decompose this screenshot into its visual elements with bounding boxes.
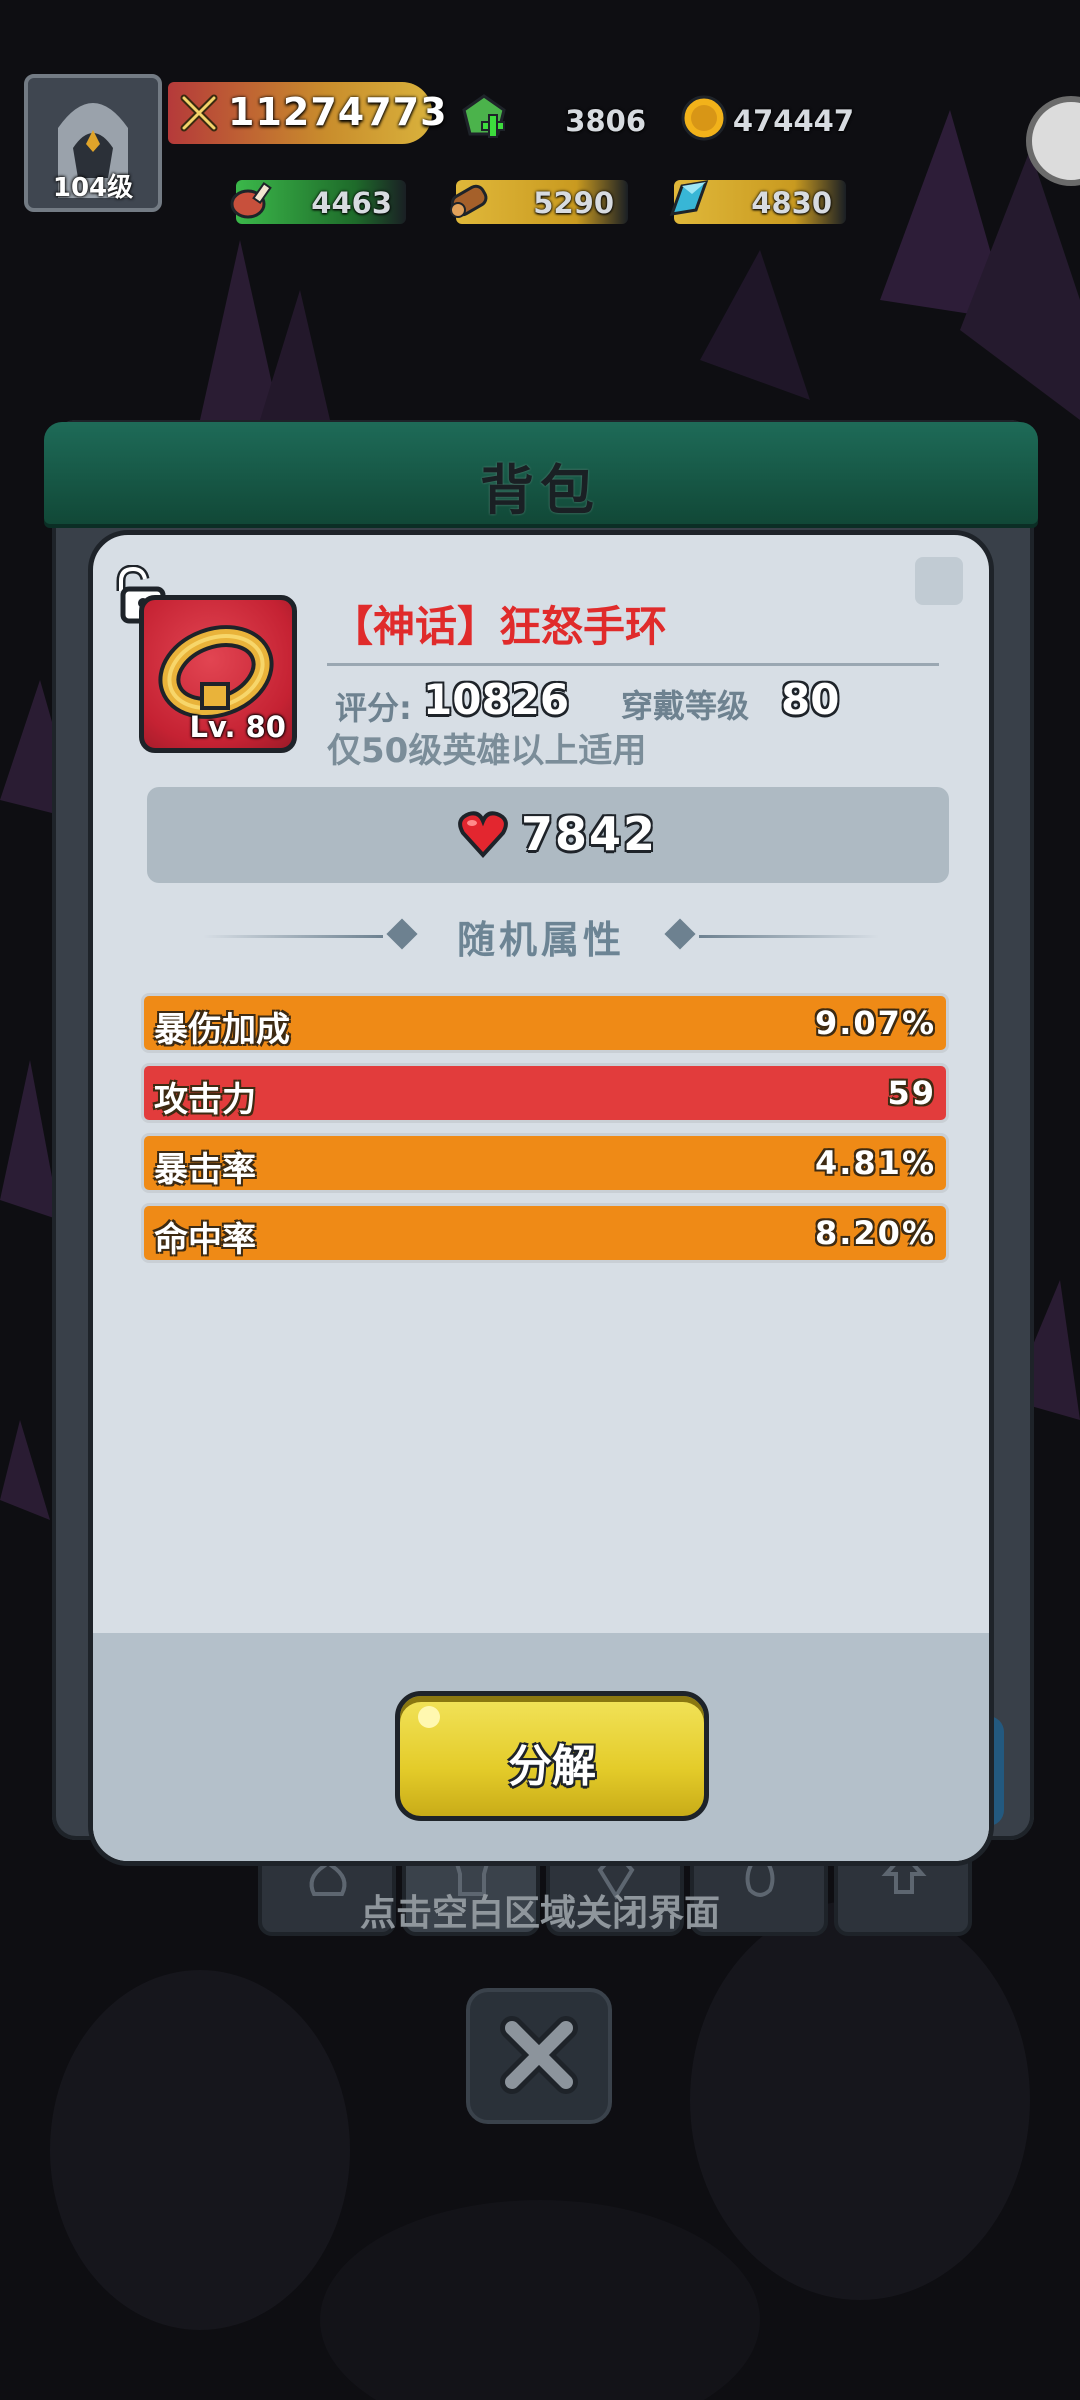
gold-counter[interactable]: 474447 — [681, 95, 868, 142]
hp-value: 7842 — [521, 807, 658, 861]
crossed-swords-icon — [180, 94, 218, 132]
crystal-value: 4830 — [751, 186, 832, 220]
combat-power-value: 11274773 — [228, 90, 448, 134]
meat-value: 4463 — [311, 186, 392, 220]
equip-level-label: 穿戴等级 — [621, 687, 750, 725]
attribute-name: 暴伤加成 — [154, 1010, 290, 1050]
crystal-counter[interactable]: 4830 — [669, 180, 846, 224]
popup-corner-button[interactable] — [915, 557, 963, 605]
item-icon: Lv. 80 — [139, 595, 297, 753]
gold-value: 474447 — [732, 104, 854, 138]
equip-level-value: 80 — [781, 675, 840, 724]
close-button[interactable] — [466, 1988, 612, 2124]
combat-power-bar: 11274773 — [168, 82, 447, 144]
meat-icon — [230, 181, 272, 219]
button-gloss — [418, 1706, 440, 1728]
gems-counter[interactable]: 3806 — [462, 94, 660, 142]
close-icon — [500, 2016, 578, 2094]
blue-crystal-icon — [669, 180, 709, 216]
section-divider-right — [699, 935, 879, 938]
attribute-row: 暴击率 4.81% — [141, 1133, 949, 1193]
decompose-button[interactable]: 分解 — [395, 1691, 709, 1821]
attribute-row: 暴伤加成 9.07% — [141, 993, 949, 1053]
attribute-value: 8.20% — [814, 1214, 936, 1252]
name-divider — [327, 663, 939, 666]
gold-coin-icon — [681, 95, 727, 141]
wood-value: 5290 — [533, 186, 614, 220]
player-level: 104级 — [52, 173, 134, 203]
attribute-value: 9.07% — [814, 1004, 936, 1042]
player-avatar[interactable]: 104级 — [24, 74, 162, 212]
attribute-value: 4.81% — [814, 1144, 936, 1182]
attribute-name: 攻击力 — [154, 1080, 256, 1120]
close-hint: 点击空白区域关闭界面 — [359, 1893, 720, 1934]
gems-value: 3806 — [565, 104, 646, 138]
attribute-name: 暴击率 — [154, 1150, 256, 1190]
level-restriction-note: 仅50级英雄以上适用 — [327, 731, 647, 771]
attribute-name: 命中率 — [154, 1220, 256, 1260]
item-detail-popup: Lv. 80 【神话】狂怒手环 评分: 10826 穿戴等级 80 仅50级英雄… — [88, 530, 994, 1866]
heart-icon — [458, 811, 508, 858]
score-value: 10826 — [423, 675, 570, 724]
wood-log-icon — [450, 184, 488, 218]
attribute-value: 59 — [887, 1074, 936, 1112]
green-gem-plus-icon — [462, 94, 506, 138]
decompose-button-label: 分解 — [508, 1741, 596, 1792]
meat-counter[interactable]: 4463 — [230, 180, 406, 224]
wood-counter[interactable]: 5290 — [450, 180, 628, 224]
hp-stat-bar: 7842 — [147, 787, 949, 883]
attribute-row: 命中率 8.20% — [141, 1203, 949, 1263]
item-name: 【神话】狂怒手环 — [331, 602, 668, 651]
backpack-title: 背包 — [480, 459, 600, 522]
item-level-badge: Lv. 80 — [189, 710, 287, 744]
attribute-row: 攻击力 59 — [141, 1063, 949, 1123]
